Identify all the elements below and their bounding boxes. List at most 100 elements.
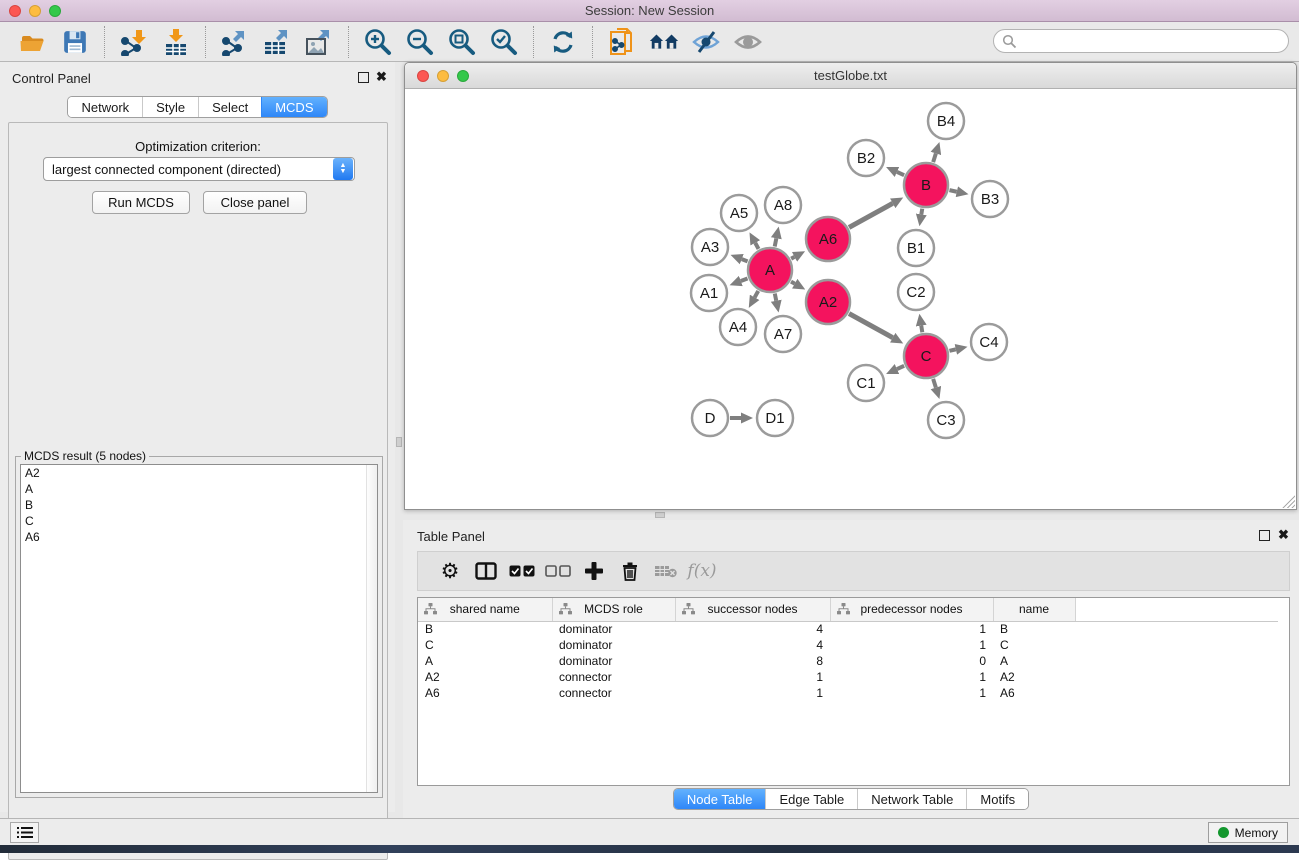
zoom-view-button[interactable] (457, 70, 469, 82)
show-all-button[interactable] (732, 26, 764, 58)
edge-A-A3[interactable] (742, 259, 748, 261)
edge-A-A1[interactable] (741, 278, 748, 281)
float-panel-icon[interactable] (358, 72, 369, 83)
cell-name[interactable]: B (993, 621, 1075, 637)
minimize-window-button[interactable] (29, 5, 41, 17)
table-row[interactable]: Bdominator41B (418, 621, 1278, 637)
cell-successor-nodes[interactable]: 8 (675, 653, 830, 669)
mcds-result-item[interactable]: B (21, 497, 377, 513)
tab-network-table[interactable]: Network Table (857, 789, 966, 809)
cell-MCDS-role[interactable]: dominator (552, 637, 675, 653)
function-builder-button[interactable]: f(x) (684, 556, 720, 586)
tab-network[interactable]: Network (68, 97, 142, 117)
optimization-criterion-dropdown[interactable]: largest connected component (directed) ▲… (43, 157, 355, 181)
search-input[interactable] (1017, 34, 1267, 49)
show-column-button[interactable] (468, 556, 504, 586)
export-network-button[interactable] (219, 26, 251, 58)
edge-A6-B[interactable] (849, 203, 893, 227)
column-header-name[interactable]: name (993, 598, 1075, 621)
column-header-successor-nodes[interactable]: successor nodes (675, 598, 830, 621)
cell-shared-name[interactable]: A6 (418, 685, 552, 701)
edge-C-C3[interactable] (933, 379, 936, 388)
memory-button[interactable]: Memory (1208, 822, 1288, 843)
network-window-titlebar[interactable]: testGlobe.txt (405, 63, 1296, 89)
cell-successor-nodes[interactable]: 1 (675, 669, 830, 685)
open-session-button[interactable] (17, 26, 49, 58)
add-column-button[interactable] (576, 556, 612, 586)
cell-predecessor-nodes[interactable]: 1 (830, 685, 993, 701)
tab-mcds[interactable]: MCDS (261, 97, 326, 117)
import-table-button[interactable] (160, 26, 192, 58)
zoom-in-button[interactable] (362, 26, 394, 58)
cell-successor-nodes[interactable]: 1 (675, 685, 830, 701)
edge-A-A4[interactable] (755, 291, 759, 297)
horizontal-split-handle[interactable] (655, 512, 665, 518)
cell-successor-nodes[interactable]: 4 (675, 637, 830, 653)
close-panel-icon[interactable]: ✖ (376, 69, 387, 85)
cell-MCDS-role[interactable]: connector (552, 685, 675, 701)
cell-name[interactable]: A2 (993, 669, 1075, 685)
cell-predecessor-nodes[interactable]: 1 (830, 637, 993, 653)
cell-name[interactable]: A6 (993, 685, 1075, 701)
mcds-result-item[interactable]: C (21, 513, 377, 529)
table-settings-button[interactable]: ⚙ (432, 556, 468, 586)
unselect-all-columns-button[interactable] (540, 556, 576, 586)
close-window-button[interactable] (9, 5, 21, 17)
zoom-window-button[interactable] (49, 5, 61, 17)
cell-shared-name[interactable]: A2 (418, 669, 552, 685)
export-image-button[interactable] (303, 26, 335, 58)
edge-A-A5[interactable] (755, 243, 758, 249)
run-mcds-button[interactable]: Run MCDS (92, 191, 190, 214)
column-header-MCDS-role[interactable]: MCDS role (552, 598, 675, 621)
edge-B-B2[interactable] (897, 172, 904, 175)
vertical-split-handle[interactable] (396, 437, 402, 447)
cell-MCDS-role[interactable]: connector (552, 669, 675, 685)
tab-node-table[interactable]: Node Table (674, 789, 766, 809)
search-field[interactable] (993, 29, 1289, 53)
close-panel-button[interactable]: Close panel (203, 191, 307, 214)
zoom-fit-button[interactable] (446, 26, 478, 58)
edge-C-C2[interactable] (921, 326, 922, 333)
cell-predecessor-nodes[interactable]: 1 (830, 669, 993, 685)
tab-edge-table[interactable]: Edge Table (765, 789, 857, 809)
tab-style[interactable]: Style (142, 97, 198, 117)
hide-selection-button[interactable] (690, 26, 722, 58)
cell-shared-name[interactable]: A (418, 653, 552, 669)
import-network-button[interactable] (118, 26, 150, 58)
list-scrollbar[interactable] (366, 465, 377, 792)
refresh-layout-button[interactable] (547, 26, 579, 58)
mcds-result-list[interactable]: A2ABCA6 (20, 464, 378, 793)
close-panel-icon[interactable]: ✖ (1278, 527, 1289, 543)
zoom-out-button[interactable] (404, 26, 436, 58)
delete-column-button[interactable] (612, 556, 648, 586)
edge-C-C1[interactable] (897, 366, 904, 369)
export-table-button[interactable] (261, 26, 293, 58)
table-row[interactable]: Adominator80A (418, 653, 1278, 669)
cell-shared-name[interactable]: B (418, 621, 552, 637)
close-view-button[interactable] (417, 70, 429, 82)
mcds-result-item[interactable]: A6 (21, 529, 377, 545)
cell-predecessor-nodes[interactable]: 0 (830, 653, 993, 669)
tab-select[interactable]: Select (198, 97, 261, 117)
cell-MCDS-role[interactable]: dominator (552, 653, 675, 669)
mcds-result-item[interactable]: A2 (21, 465, 377, 481)
table-row[interactable]: Cdominator41C (418, 637, 1278, 653)
cell-MCDS-role[interactable]: dominator (552, 621, 675, 637)
save-session-button[interactable] (59, 26, 91, 58)
edge-C-C4[interactable] (949, 349, 955, 350)
cell-shared-name[interactable]: C (418, 637, 552, 653)
mcds-result-item[interactable]: A (21, 481, 377, 497)
edge-B-B4[interactable] (933, 153, 936, 162)
resize-grip-icon[interactable] (1282, 495, 1295, 508)
task-history-button[interactable] (10, 822, 39, 843)
cell-name[interactable]: A (993, 653, 1075, 669)
edge-A-A2[interactable] (791, 282, 795, 284)
tab-motifs[interactable]: Motifs (966, 789, 1028, 809)
table-row[interactable]: A6connector11A6 (418, 685, 1278, 701)
zoom-selected-button[interactable] (488, 26, 520, 58)
column-header-shared-name[interactable]: shared name (418, 598, 552, 621)
column-header-predecessor-nodes[interactable]: predecessor nodes (830, 598, 993, 621)
float-panel-icon[interactable] (1259, 530, 1270, 541)
delete-table-button[interactable] (648, 556, 684, 586)
edge-B-B3[interactable] (949, 190, 956, 192)
